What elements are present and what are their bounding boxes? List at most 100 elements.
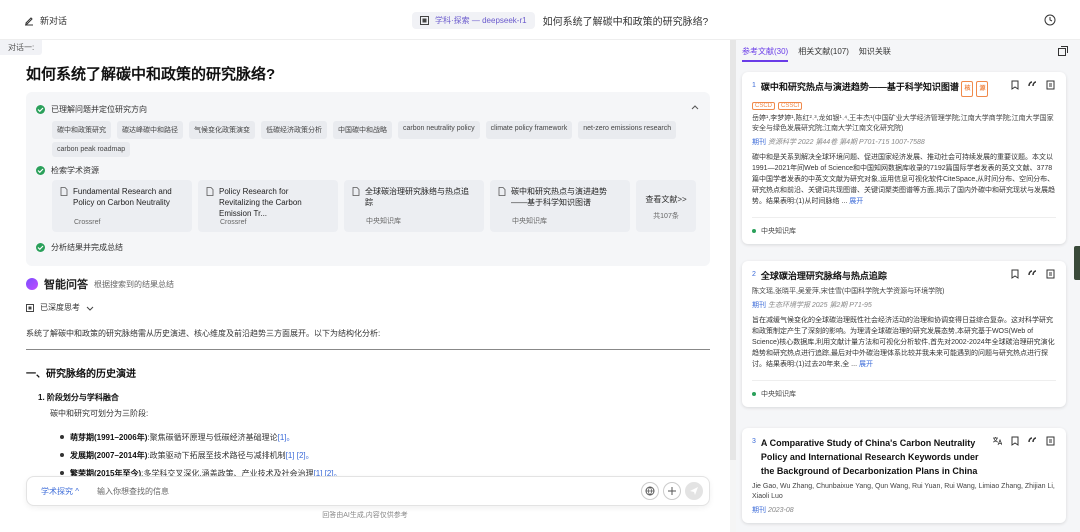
source-card[interactable]: 全球碳治理研究脉络与热点追踪 中央知识库 bbox=[344, 180, 484, 232]
grid-icon bbox=[420, 16, 429, 25]
view-more-label: 查看文献>> bbox=[645, 195, 687, 204]
check-icon bbox=[36, 243, 45, 252]
source-title: 全球碳治理研究脉络与热点追踪 bbox=[365, 187, 469, 207]
chevron-up-icon[interactable] bbox=[690, 102, 700, 112]
answer-intro: 系统了解碳中和政策的研究脉络需从历史演进、核心维度及前沿趋势三方面展开。以下为结… bbox=[26, 329, 381, 338]
quote-icon[interactable] bbox=[1028, 436, 1038, 446]
grid-icon bbox=[26, 303, 34, 312]
new-chat-button[interactable]: 新对话 bbox=[24, 14, 67, 27]
reference-card[interactable]: 3 A Comparative Study of China's Carbon … bbox=[742, 428, 1066, 523]
list-item: 萌芽期(1991–2006年):聚焦碳循环原理与低碳经济基础理论[1]。 bbox=[60, 432, 342, 443]
bookmark-icon[interactable] bbox=[1010, 269, 1020, 279]
reference-card[interactable]: 2 全球碳治理研究脉络与热点追踪 陈文瑶,张晓平,吴爱萍,宋佳雪(中国科学院大学… bbox=[742, 261, 1066, 407]
view-more-sources-button[interactable]: 查看文献>> 共107条 bbox=[636, 180, 696, 232]
reference-index: 1 bbox=[752, 82, 756, 89]
keyword-chip[interactable]: 碳达峰碳中和路径 bbox=[117, 121, 183, 139]
source-card[interactable]: Policy Research for Revitalizing the Car… bbox=[198, 180, 338, 232]
answer-subtitle: 根据搜索到的结果总结 bbox=[94, 279, 174, 289]
plus-icon[interactable] bbox=[663, 482, 681, 500]
deep-thought-toggle[interactable]: 已深度思考 bbox=[26, 302, 94, 313]
subsection-heading: 1. 阶段划分与学科融合 bbox=[38, 393, 119, 402]
quote-icon[interactable] bbox=[1028, 269, 1038, 279]
source-count: 共107条 bbox=[653, 213, 679, 220]
conversation-header: 学科·探索 — deepseek-r1 如何系统了解碳中和政策的研究脉络? bbox=[412, 12, 708, 29]
keyword-chip[interactable]: net-zero emissions research bbox=[578, 121, 677, 139]
reference-abstract: 旨在减缓气候变化的全球碳治理既性社会经济活动的治理和协调变得日益综合复杂。这对科… bbox=[752, 317, 1055, 368]
quote-icon[interactable] bbox=[1028, 80, 1038, 90]
new-chat-label: 新对话 bbox=[40, 16, 68, 26]
reference-title[interactable]: A Comparative Study of China's Carbon Ne… bbox=[761, 436, 987, 478]
reference-authors: Jie Gao, Wu Zhang, Chunbaixue Yang, Qun … bbox=[752, 483, 1055, 500]
question-title: 如何系统了解碳中和政策的研究脉络? bbox=[26, 66, 276, 83]
source-origin: 中央知识库 bbox=[366, 218, 401, 225]
keyword-chip[interactable]: climate policy framework bbox=[485, 121, 573, 139]
reference-meta: 期刊 2023-08 bbox=[752, 507, 794, 514]
citation-link[interactable]: [1] [2]。 bbox=[286, 451, 314, 460]
source-card[interactable]: Fundamental Research and Policy on Carbo… bbox=[52, 180, 192, 232]
step-search: 检索学术资源 bbox=[36, 165, 99, 176]
globe-icon[interactable] bbox=[641, 482, 659, 500]
keyword-chip[interactable]: 中国碳中和战略 bbox=[333, 121, 392, 139]
translate-icon[interactable] bbox=[992, 436, 1003, 446]
source-title: Fundamental Research and Policy on Carbo… bbox=[73, 187, 172, 207]
keyword-chip[interactable]: 气候变化政策演变 bbox=[189, 121, 255, 139]
step-label: 检索学术资源 bbox=[51, 166, 99, 175]
source-origin: Crossref bbox=[74, 219, 101, 226]
source-title: Policy Research for Revitalizing the Car… bbox=[219, 187, 302, 218]
side-widget-tab[interactable] bbox=[1074, 246, 1080, 280]
keyword-chip[interactable]: 碳中和政策研究 bbox=[52, 121, 111, 139]
reference-authors: 岳婷¹,李梦婷¹,陈红²˒³,龙如银¹˒⁴,王丰杰¹(中国矿业大学经济管理学院;… bbox=[752, 115, 1054, 132]
keyword-chip[interactable]: carbon neutrality policy bbox=[398, 121, 480, 139]
send-icon bbox=[690, 487, 698, 495]
step-summarize: 分析结果并完成总结 bbox=[36, 242, 123, 253]
card-actions bbox=[1010, 80, 1056, 90]
list-item: 发展期(2007–2014年):政策驱动下拓展至技术路径与减排机制[1] [2]… bbox=[60, 450, 342, 461]
tab-related[interactable]: 相关文献(107) bbox=[798, 46, 849, 62]
reference-card[interactable]: 1 碳中和研究热点与演进趋势——基于科学知识图谱 核源 CSCD CSSCI 岳婷… bbox=[742, 72, 1066, 244]
reference-title[interactable]: 碳中和研究热点与演进趋势——基于科学知识图谱 核源 bbox=[761, 80, 1005, 97]
disclaimer: 回答由AI生成,内容仅供参考 bbox=[322, 512, 408, 519]
chat-input[interactable]: 输入你想查找的信息 bbox=[97, 486, 169, 497]
keyword-row: carbon peak roadmap bbox=[52, 142, 131, 157]
model-label: 学科·探索 — deepseek-r1 bbox=[435, 16, 527, 25]
divider bbox=[26, 349, 710, 350]
tab-knowledge[interactable]: 知识关联 bbox=[859, 46, 891, 62]
top-bar: 新对话 学科·探索 — deepseek-r1 如何系统了解碳中和政策的研究脉络… bbox=[0, 0, 1080, 40]
reference-source: 中央知识库 bbox=[752, 226, 1056, 236]
check-icon bbox=[36, 105, 45, 114]
panel-toggle-icon[interactable] bbox=[1058, 46, 1068, 56]
reference-abstract: 碳中和是关系到解决全球环境问题、促进国家经济发展、推动社会可持续发展的重要议题。… bbox=[752, 154, 1055, 205]
paragraph: 碳中和研究可划分为三阶段: bbox=[50, 409, 149, 418]
source-origin: Crossref bbox=[220, 219, 247, 226]
copy-icon[interactable] bbox=[1046, 80, 1056, 90]
keyword-chip[interactable]: carbon peak roadmap bbox=[52, 142, 131, 157]
deep-thought-label: 已深度思考 bbox=[40, 303, 80, 312]
document-icon bbox=[60, 187, 68, 196]
index-tag: CSCD bbox=[752, 102, 776, 110]
mode-selector[interactable]: 学术探究 ^ bbox=[41, 486, 79, 497]
check-icon bbox=[36, 166, 45, 175]
process-panel: 已理解问题并定位研究方向 碳中和政策研究 碳达峰碳中和路径 气候变化政策演变 低… bbox=[26, 92, 710, 266]
send-button[interactable] bbox=[685, 482, 703, 500]
expand-link[interactable]: 展开 bbox=[859, 361, 873, 368]
reference-authors: 陈文瑶,张晓平,吴爱萍,宋佳雪(中国科学院大学资源与环境学院) bbox=[752, 288, 945, 295]
reference-title[interactable]: 全球碳治理研究脉络与热点追踪 bbox=[761, 269, 1005, 283]
bookmark-icon[interactable] bbox=[1010, 436, 1020, 446]
keyword-chip[interactable]: 低碳经济政策分析 bbox=[261, 121, 327, 139]
copy-icon[interactable] bbox=[1046, 269, 1056, 279]
tab-references[interactable]: 参考文献(30) bbox=[742, 46, 789, 62]
source-origin: 中央知识库 bbox=[512, 218, 547, 225]
copy-icon[interactable] bbox=[1046, 436, 1056, 446]
citation-link[interactable]: [1]。 bbox=[278, 433, 295, 442]
chat-input-bar: 学术探究 ^ 输入你想查找的信息 bbox=[26, 476, 710, 506]
header-question: 如何系统了解碳中和政策的研究脉络? bbox=[542, 17, 709, 28]
reference-meta: 期刊 资源科学 2022 第44卷 第4期 P701-715 1007-7588 bbox=[752, 139, 925, 146]
panel-tabs: 参考文献(30) 相关文献(107) 知识关联 bbox=[742, 46, 891, 62]
source-card[interactable]: 碳中和研究热点与演进趋势——基于科学知识图谱 中央知识库 bbox=[490, 180, 630, 232]
turn-label: 对话一: bbox=[0, 40, 43, 55]
document-icon bbox=[206, 187, 214, 196]
model-badge[interactable]: 学科·探索 — deepseek-r1 bbox=[412, 12, 535, 29]
history-icon[interactable] bbox=[1044, 14, 1056, 26]
expand-link[interactable]: 展开 bbox=[849, 198, 863, 205]
bookmark-icon[interactable] bbox=[1010, 80, 1020, 90]
